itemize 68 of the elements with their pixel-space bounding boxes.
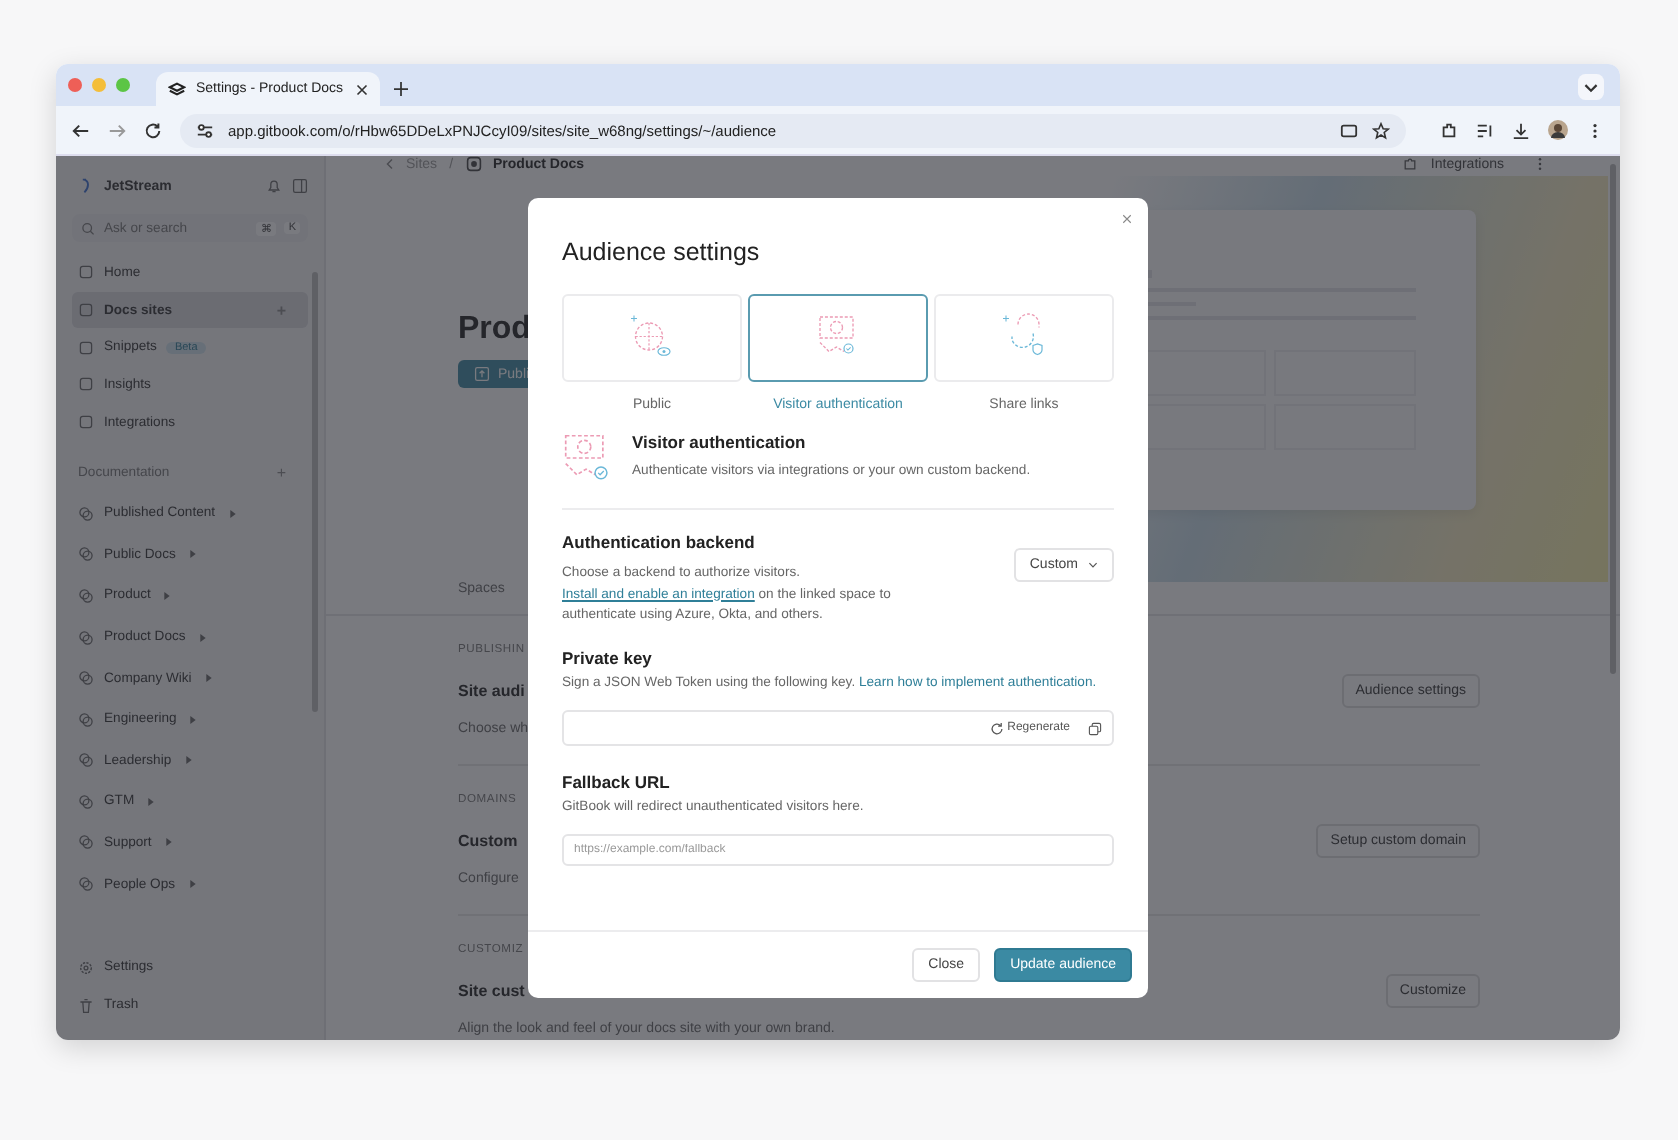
caret-icon[interactable] bbox=[229, 509, 236, 518]
caret-icon[interactable] bbox=[164, 591, 171, 600]
copy-icon[interactable] bbox=[1088, 721, 1102, 735]
space-icon bbox=[78, 793, 94, 810]
caret-icon[interactable] bbox=[185, 756, 192, 765]
option-title: Visitor authentication bbox=[632, 432, 808, 452]
bookmark-star-icon[interactable] bbox=[1372, 121, 1390, 139]
space-icon bbox=[78, 670, 94, 687]
nav-icon bbox=[78, 339, 94, 356]
media-icon[interactable] bbox=[1476, 121, 1494, 139]
forward-icon[interactable] bbox=[108, 121, 126, 139]
space-icon bbox=[78, 629, 94, 646]
section-title: Site audi bbox=[458, 682, 525, 700]
close-icon[interactable] bbox=[356, 83, 368, 95]
cast-icon[interactable] bbox=[1340, 121, 1358, 139]
section-title: Custom bbox=[458, 832, 518, 850]
book-icon bbox=[168, 80, 186, 98]
caret-icon[interactable] bbox=[189, 550, 196, 559]
space-icon bbox=[78, 587, 94, 604]
nav-icon bbox=[78, 264, 94, 281]
publish-icon bbox=[474, 366, 490, 382]
section-title: Site cust bbox=[458, 982, 525, 1000]
maximize-window-button[interactable] bbox=[116, 78, 130, 92]
close-window-button[interactable] bbox=[68, 78, 82, 92]
space-icon bbox=[78, 834, 94, 851]
back-icon[interactable] bbox=[72, 121, 90, 139]
field-title: Private key bbox=[562, 647, 654, 667]
nav-icon bbox=[78, 414, 94, 431]
field-title: Authentication backend bbox=[562, 532, 757, 552]
caret-icon[interactable] bbox=[189, 880, 196, 889]
space-icon bbox=[78, 752, 94, 769]
space-icon bbox=[78, 876, 94, 893]
settings-icon bbox=[78, 959, 94, 976]
download-icon[interactable] bbox=[1512, 121, 1530, 139]
space-icon bbox=[78, 546, 94, 563]
tab-menu-icon[interactable] bbox=[1578, 74, 1604, 100]
field-title: Fallback URL bbox=[562, 772, 672, 792]
extensions-icon[interactable] bbox=[1440, 121, 1458, 139]
trash-icon bbox=[78, 997, 94, 1014]
caret-icon[interactable] bbox=[205, 674, 212, 683]
search-icon bbox=[80, 220, 96, 236]
sidebar-toggle-icon[interactable] bbox=[292, 178, 308, 194]
logo-icon bbox=[78, 178, 94, 194]
new-tab-icon[interactable] bbox=[394, 82, 408, 96]
space-icon bbox=[78, 505, 94, 522]
site-icon bbox=[465, 156, 482, 172]
puzzle-icon bbox=[1402, 156, 1419, 172]
caret-icon[interactable] bbox=[165, 838, 172, 847]
reload-icon[interactable] bbox=[144, 121, 162, 139]
caret-icon[interactable] bbox=[190, 715, 197, 724]
dialog-title: Audience settings bbox=[562, 238, 762, 266]
back-caret-icon[interactable] bbox=[384, 158, 394, 170]
minimize-window-button[interactable] bbox=[92, 78, 106, 92]
space-icon bbox=[78, 711, 94, 728]
chevron-down-icon bbox=[1088, 562, 1098, 568]
add-button[interactable]: + bbox=[276, 301, 302, 320]
nav-icon bbox=[78, 376, 94, 393]
add-button[interactable]: + bbox=[276, 463, 302, 482]
avatar-icon[interactable] bbox=[1548, 120, 1568, 140]
caret-icon[interactable] bbox=[199, 633, 206, 642]
refresh-icon bbox=[989, 721, 1004, 735]
site-title: Prod bbox=[458, 312, 531, 348]
bell-icon[interactable] bbox=[266, 178, 282, 194]
nav-icon bbox=[78, 302, 94, 319]
site-settings-icon[interactable] bbox=[196, 121, 214, 139]
caret-icon[interactable] bbox=[148, 797, 155, 806]
audience-option-card[interactable] bbox=[748, 294, 928, 382]
dashed-shield-icon bbox=[562, 432, 614, 484]
